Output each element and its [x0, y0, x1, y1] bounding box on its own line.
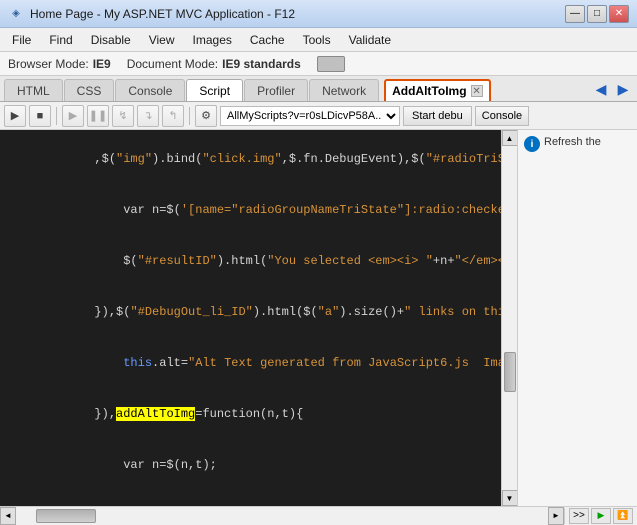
doc-mode-value: IE9 standards	[222, 57, 301, 71]
mode-bar: Browser Mode: IE9 Document Mode: IE9 sta…	[0, 52, 637, 76]
scroll-up-btn[interactable]: ▲	[502, 130, 518, 146]
tab-console[interactable]: Console	[115, 79, 185, 101]
close-button[interactable]: ✕	[609, 5, 629, 23]
mode-toggle[interactable]	[317, 56, 345, 72]
code-area[interactable]: ,$("img").bind("click.img",$.fn.DebugEve…	[0, 130, 501, 506]
window-title: Home Page - My ASP.NET MVC Application -…	[30, 7, 295, 21]
code-line-1-text: ,$("img").bind("click.img",$.fn.DebugEve…	[0, 134, 501, 185]
code-line-3-text: $("#resultID").html("You selected <em><i…	[0, 236, 501, 287]
maximize-button[interactable]: □	[587, 5, 607, 23]
tab-script[interactable]: Script	[186, 79, 243, 101]
app-icon: ◈	[8, 6, 24, 22]
code-line-8: i.attr("alt",i.attr("id").replace(/ID/,"…	[0, 491, 501, 506]
tab-css[interactable]: CSS	[64, 79, 115, 101]
toolbar: ▶ ■ ▶ ❚❚ ↯ ↴ ↰ ⚙ AllMyScripts?v=r0sLDicv…	[0, 102, 637, 130]
code-line-3: $("#resultID").html("You selected <em><i…	[0, 236, 501, 287]
info-row: i Refresh the	[524, 136, 631, 152]
pointer-tool[interactable]: ▶	[4, 105, 26, 127]
script-selector[interactable]: AllMyScripts?v=r0sLDicvP58A...	[220, 106, 400, 126]
console-button[interactable]: Console	[475, 106, 529, 126]
step-over-btn[interactable]: ↯	[112, 105, 134, 127]
browser-mode-value: IE9	[93, 57, 111, 71]
nav-prev-btn[interactable]: >>	[569, 508, 589, 524]
hscroll-right-btn[interactable]: ►	[548, 507, 564, 525]
nav-skip-btn[interactable]: ⏫	[613, 508, 633, 524]
separator-2	[189, 107, 190, 125]
code-line-6-text: }),addAltToImg=function(n,t){	[0, 389, 303, 440]
tab-html[interactable]: HTML	[4, 79, 63, 101]
menu-cache[interactable]: Cache	[242, 31, 293, 49]
code-line-2: var n=$('[name="radioGroupNameTriState"]…	[0, 185, 501, 236]
code-wrapper: ,$("img").bind("click.img",$.fn.DebugEve…	[0, 130, 517, 506]
play-btn[interactable]: ▶	[62, 105, 84, 127]
code-line-5: this.alt="Alt Text generated from JavaSc…	[0, 338, 501, 389]
menu-file[interactable]: File	[4, 31, 39, 49]
window-controls: — □ ✕	[565, 5, 629, 23]
scroll-down-btn[interactable]: ▼	[502, 490, 518, 506]
nav-back-icon[interactable]: ◀	[591, 79, 611, 99]
separator-1	[56, 107, 57, 125]
search-tab-close[interactable]: ✕	[471, 85, 483, 97]
scrollbar-thumb[interactable]	[504, 352, 516, 392]
search-tab[interactable]: AddAltToImg ✕	[384, 79, 490, 101]
code-line-4-text: }),$("#DebugOut_li_ID").html($("a").size…	[0, 287, 501, 338]
step-into-btn[interactable]: ↴	[137, 105, 159, 127]
hscroll-left-btn[interactable]: ◄	[0, 507, 16, 525]
menu-find[interactable]: Find	[41, 31, 80, 49]
code-line-7-text: var n=$(n,t);	[0, 440, 217, 491]
menu-view[interactable]: View	[141, 31, 183, 49]
tab-profiler[interactable]: Profiler	[244, 79, 308, 101]
bottom-bar: ◄ ► >> ▶ ⏫	[0, 506, 637, 524]
step-out-btn[interactable]: ↰	[162, 105, 184, 127]
menu-tools[interactable]: Tools	[295, 31, 339, 49]
refresh-text: Refresh the	[544, 136, 601, 148]
search-tab-text: AddAltToImg	[392, 84, 466, 98]
menu-validate[interactable]: Validate	[341, 31, 399, 49]
info-panel: i Refresh the	[517, 130, 637, 506]
scrollbar-track[interactable]	[502, 146, 517, 490]
nav-forward-icon[interactable]: ▶	[613, 79, 633, 99]
browser-mode-label: Browser Mode:	[8, 57, 89, 71]
vertical-scrollbar[interactable]: ▲ ▼	[501, 130, 517, 506]
doc-mode-label: Document Mode:	[127, 57, 218, 71]
hscroll-track[interactable]	[16, 507, 548, 525]
code-line-6: }),addAltToImg=function(n,t){	[0, 389, 501, 440]
hscroll-thumb[interactable]	[36, 509, 96, 523]
code-line-8-text: i.attr("alt",i.attr("id").replace(/ID/,"…	[0, 491, 433, 506]
menu-bar: File Find Disable View Images Cache Tool…	[0, 28, 637, 52]
bottom-nav: >> ▶ ⏫	[564, 508, 637, 524]
title-bar: ◈ Home Page - My ASP.NET MVC Application…	[0, 0, 637, 28]
code-line-5-text: this.alt="Alt Text generated from JavaSc…	[0, 338, 501, 389]
tab-bar: HTML CSS Console Script Profiler Network…	[0, 76, 637, 102]
code-content: ,$("img").bind("click.img",$.fn.DebugEve…	[0, 130, 501, 506]
menu-images[interactable]: Images	[185, 31, 240, 49]
start-debug-button[interactable]: Start debu	[403, 106, 472, 126]
settings-btn[interactable]: ⚙	[195, 105, 217, 127]
tab-nav: ◀ ▶	[591, 79, 633, 101]
code-line-1: ,$("img").bind("click.img",$.fn.DebugEve…	[0, 134, 501, 185]
info-icon: i	[524, 136, 540, 152]
pause-btn[interactable]: ❚❚	[87, 105, 109, 127]
break-tool[interactable]: ■	[29, 105, 51, 127]
menu-disable[interactable]: Disable	[83, 31, 139, 49]
code-line-2-text: var n=$('[name="radioGroupNameTriState"]…	[0, 185, 501, 236]
nav-go-btn[interactable]: ▶	[591, 508, 611, 524]
code-line-7: var n=$(n,t);	[0, 440, 501, 491]
code-line-4: }),$("#DebugOut_li_ID").html($("a").size…	[0, 287, 501, 338]
tab-network[interactable]: Network	[309, 79, 379, 101]
main-content: ,$("img").bind("click.img",$.fn.DebugEve…	[0, 130, 637, 506]
minimize-button[interactable]: —	[565, 5, 585, 23]
